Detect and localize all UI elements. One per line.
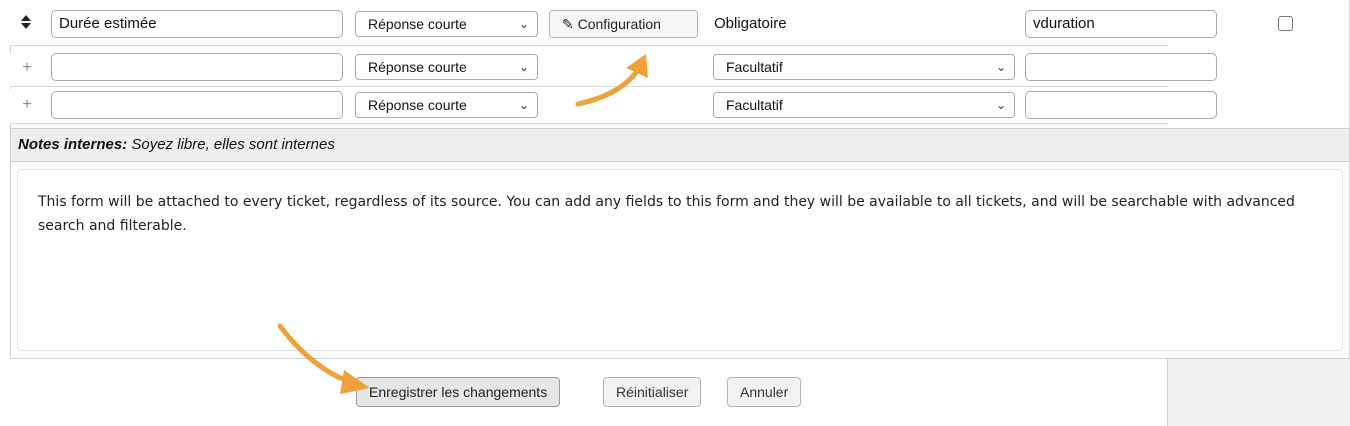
- chevron-down-icon: ⌄: [518, 17, 529, 31]
- configuration-button-label: Configuration: [577, 16, 661, 32]
- internal-notes-bar: Notes internes: Soyez libre, elles sont …: [10, 128, 1350, 162]
- reset-button[interactable]: Réinitialiser: [603, 377, 702, 407]
- annotation-arrow-icon: [575, 54, 648, 107]
- drag-handle-icon[interactable]: [20, 14, 32, 33]
- field-requirement-value: Facultatif: [726, 59, 783, 75]
- field-variable-input[interactable]: [1025, 91, 1217, 119]
- field-type-select[interactable]: Réponse courte ⌄: [355, 92, 538, 118]
- field-label-input[interactable]: [51, 91, 343, 119]
- field-type-select[interactable]: Réponse courte ⌄: [355, 54, 538, 80]
- chevron-down-icon: ⌄: [518, 98, 529, 112]
- field-requirement-select[interactable]: Facultatif ⌄: [713, 92, 1015, 118]
- internal-notes-text: Soyez libre, elles sont internes: [131, 136, 335, 153]
- field-type-value: Réponse courte: [368, 97, 467, 113]
- form-description: This form will be attached to every tick…: [17, 169, 1343, 351]
- field-requirement-text: Obligatoire: [714, 15, 787, 32]
- chevron-down-icon: ⌄: [518, 60, 529, 74]
- configuration-button[interactable]: ✎ Configuration: [549, 10, 698, 38]
- edit-icon: ✎: [562, 16, 574, 32]
- field-variable-input[interactable]: vduration: [1025, 10, 1217, 38]
- internal-notes-label: Notes internes:: [18, 136, 128, 153]
- field-label-input[interactable]: Durée estimée: [51, 10, 343, 38]
- field-checkbox[interactable]: [1278, 16, 1293, 31]
- field-requirement-select[interactable]: Facultatif ⌄: [713, 54, 1015, 80]
- field-type-value: Réponse courte: [368, 59, 467, 75]
- field-type-select[interactable]: Réponse courte ⌄: [355, 11, 538, 37]
- field-label-input[interactable]: [51, 53, 343, 81]
- field-type-value: Réponse courte: [368, 16, 467, 32]
- field-variable-input[interactable]: [1025, 53, 1217, 81]
- save-changes-button[interactable]: Enregistrer les changements: [356, 377, 561, 407]
- add-icon[interactable]: +: [20, 96, 34, 114]
- add-icon[interactable]: +: [20, 59, 34, 77]
- field-requirement-value: Facultatif: [726, 97, 783, 113]
- chevron-down-icon: ⌄: [995, 98, 1006, 112]
- annotation-arrow-icon: [277, 323, 370, 394]
- chevron-down-icon: ⌄: [995, 60, 1006, 74]
- cancel-button[interactable]: Annuler: [727, 377, 802, 407]
